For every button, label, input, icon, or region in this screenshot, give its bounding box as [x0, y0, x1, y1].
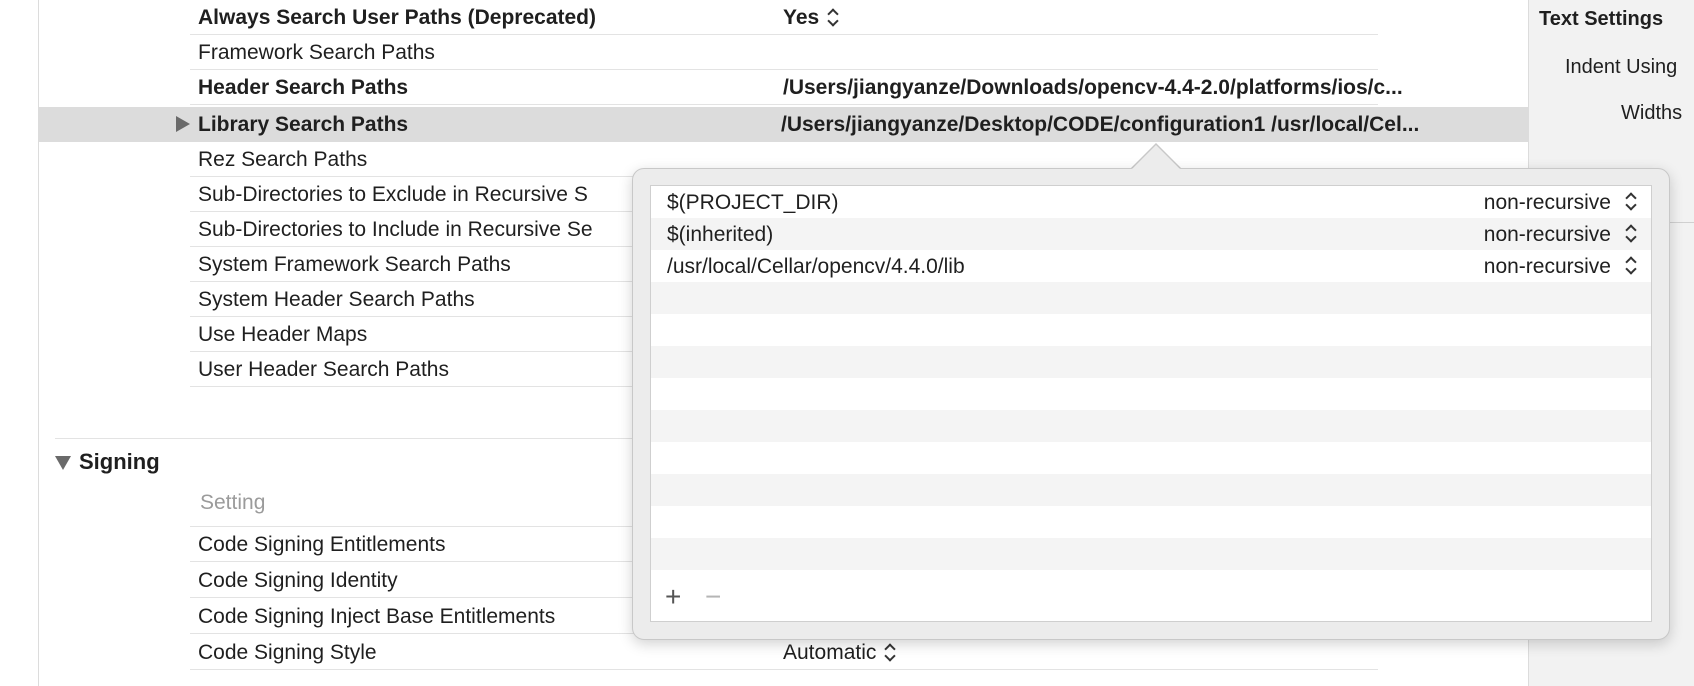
setting-name: System Framework Search Paths: [198, 253, 511, 276]
setting-row-always-search-user-paths[interactable]: Always Search User Paths (Deprecated) Ye…: [190, 0, 1378, 35]
setting-value[interactable]: /Users/jiangyanze/Downloads/opencv-4.4-2…: [783, 76, 1403, 100]
setting-name: Rez Search Paths: [198, 148, 368, 171]
empty-row: [651, 378, 1651, 410]
disclosure-triangle-icon[interactable]: [55, 456, 71, 471]
add-path-button[interactable]: +: [665, 583, 681, 611]
setting-name: Sub-Directories to Exclude in Recursive …: [198, 183, 588, 206]
popover-arrow-fill: [1132, 145, 1180, 169]
empty-row: [651, 538, 1651, 570]
path-value[interactable]: /usr/local/Cellar/opencv/4.4.0/lib: [667, 255, 965, 279]
setting-name: Code Signing Entitlements: [198, 533, 446, 556]
setting-name: Framework Search Paths: [198, 41, 435, 64]
setting-value[interactable]: /Users/jiangyanze/Desktop/CODE/configura…: [781, 113, 1419, 137]
stepper-icon[interactable]: [1625, 256, 1637, 276]
setting-name: Library Search Paths: [198, 113, 409, 136]
search-paths-popover: $(PROJECT_DIR) non-recursive $(inherited…: [632, 168, 1670, 640]
inspector-divider: [1667, 222, 1694, 223]
empty-row: [651, 506, 1651, 538]
setting-row-framework-search-paths[interactable]: Framework Search Paths: [190, 35, 1378, 70]
setting-name: Code Signing Style: [198, 641, 377, 664]
stepper-icon[interactable]: [1625, 192, 1637, 212]
remove-path-button[interactable]: −: [705, 583, 721, 611]
list-item[interactable]: $(inherited) non-recursive: [651, 218, 1651, 250]
widths-label: Widths: [1621, 102, 1683, 124]
setting-name: Code Signing Identity: [198, 569, 398, 592]
setting-row-header-search-paths[interactable]: Header Search Paths /Users/jiangyanze/Do…: [190, 70, 1403, 105]
stepper-icon[interactable]: [884, 643, 896, 663]
setting-name: Always Search User Paths (Deprecated): [198, 6, 597, 29]
setting-name: Use Header Maps: [198, 323, 368, 346]
empty-row: [651, 282, 1651, 314]
popover-footer: + −: [650, 573, 1652, 622]
inspector-title: Text Settings: [1539, 8, 1664, 30]
disclosure-triangle-icon[interactable]: [176, 116, 190, 132]
recursion-mode[interactable]: non-recursive: [1484, 191, 1611, 215]
setting-value[interactable]: Yes: [783, 6, 839, 30]
setting-row-library-search-paths[interactable]: Library Search Paths /Users/jiangyanze/D…: [38, 107, 1528, 142]
setting-name: Header Search Paths: [198, 76, 409, 99]
path-value[interactable]: $(PROJECT_DIR): [667, 191, 839, 215]
empty-row: [651, 346, 1651, 378]
indent-using-label: Indent Using: [1565, 56, 1678, 78]
recursion-mode[interactable]: non-recursive: [1484, 223, 1611, 247]
list-item[interactable]: $(PROJECT_DIR) non-recursive: [651, 186, 1651, 218]
empty-row: [651, 314, 1651, 346]
stepper-icon[interactable]: [1625, 224, 1637, 244]
section-header-signing[interactable]: Signing: [55, 449, 160, 475]
setting-name: Code Signing Inject Base Entitlements: [198, 605, 556, 628]
setting-name: Sub-Directories to Include in Recursive …: [198, 218, 593, 241]
empty-row: [651, 474, 1651, 506]
setting-row-code-signing-style[interactable]: Code Signing Style Automatic: [190, 635, 1378, 670]
setting-name: System Header Search Paths: [198, 288, 475, 311]
setting-name: User Header Search Paths: [198, 358, 449, 381]
list-item[interactable]: /usr/local/Cellar/opencv/4.4.0/lib non-r…: [651, 250, 1651, 282]
editor-left-gutter: [0, 0, 39, 686]
empty-row: [651, 442, 1651, 474]
column-header-setting[interactable]: Setting: [200, 491, 265, 515]
stepper-icon[interactable]: [827, 8, 839, 28]
recursion-mode[interactable]: non-recursive: [1484, 255, 1611, 279]
path-value[interactable]: $(inherited): [667, 223, 773, 247]
search-paths-list[interactable]: $(PROJECT_DIR) non-recursive $(inherited…: [650, 185, 1652, 575]
empty-row: [651, 410, 1651, 442]
setting-value[interactable]: Automatic: [783, 641, 896, 665]
